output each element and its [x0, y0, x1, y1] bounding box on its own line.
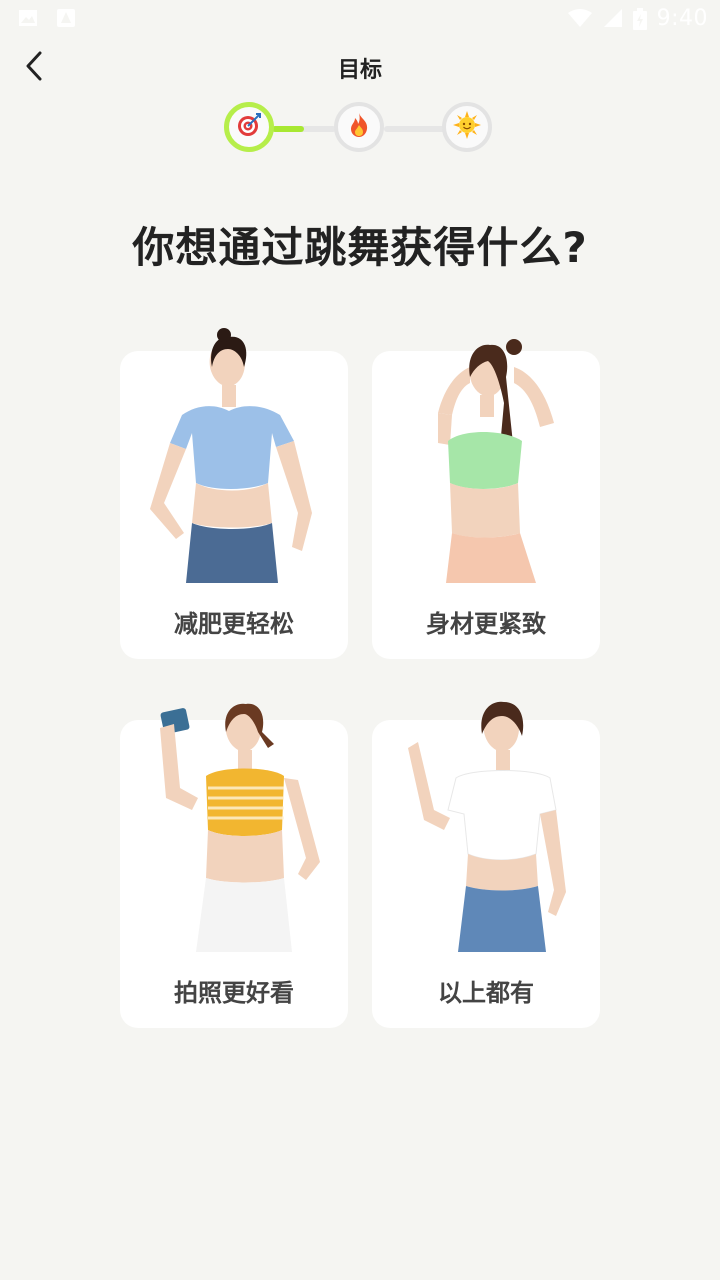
option-label: 身材更紧致 [426, 610, 546, 638]
step-target [224, 102, 274, 152]
progress-connector-1 [272, 126, 336, 132]
app-notification-icon [56, 8, 76, 28]
battery-icon [632, 8, 647, 30]
option-label: 以上都有 [438, 979, 534, 1007]
page-title: 目标 [337, 58, 382, 83]
progress-stepper [224, 102, 496, 156]
header: 目标 [0, 40, 720, 96]
gallery-notification-icon [18, 8, 38, 28]
woman-green-top-illustration [438, 339, 554, 583]
step-sun [442, 102, 492, 152]
option-label: 减肥更轻松 [174, 610, 294, 638]
target-icon [236, 112, 262, 142]
woman-white-top-illustration [408, 701, 566, 952]
question-heading: 你想通过跳舞获得什么? [132, 223, 588, 272]
step-fire [334, 102, 384, 152]
woman-selfie-illustration [160, 703, 320, 952]
progress-connector-2 [384, 126, 448, 132]
fire-icon [347, 112, 371, 142]
option-card-tone-body[interactable]: 身材更紧致 [372, 339, 600, 659]
sun-icon [453, 111, 481, 143]
option-label: 拍照更好看 [174, 979, 294, 1007]
woman-blue-top-illustration [150, 328, 312, 583]
wifi-icon [567, 8, 593, 28]
progress-connector-fill [272, 126, 304, 132]
status-bar: 9:40 [0, 0, 720, 36]
cellular-signal-icon [603, 8, 623, 28]
option-card-lose-weight[interactable]: 减肥更轻松 [120, 328, 348, 659]
option-card-all-of-above[interactable]: 以上都有 [372, 701, 600, 1028]
option-card-photogenic[interactable]: 拍照更好看 [120, 703, 348, 1028]
clock: 9:40 [656, 5, 708, 31]
